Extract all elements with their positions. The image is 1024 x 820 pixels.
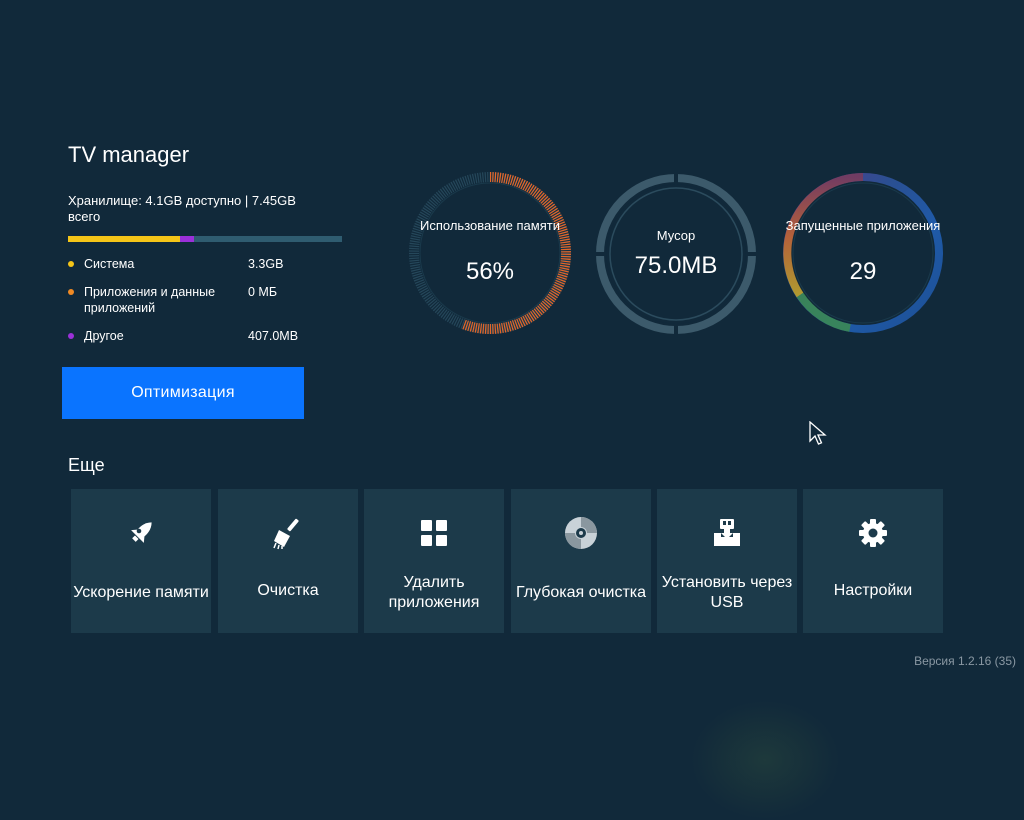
app-title: TV manager xyxy=(68,142,190,167)
tile-cleanup[interactable]: Очистка xyxy=(218,489,358,633)
rocket-icon xyxy=(121,513,161,553)
disc-icon xyxy=(561,513,601,553)
running-gauge-label: Запущенные приложения xyxy=(785,218,941,233)
gear-icon xyxy=(853,513,893,553)
tile-label: Установить через USB xyxy=(661,574,793,611)
junk-gauge-value: 75.0MB xyxy=(634,252,718,279)
storage-summary: Хранилище: 4.1GB доступно | 7.45GB всего xyxy=(68,193,296,224)
optimize-button[interactable]: Оптимизация xyxy=(62,367,304,419)
more-section-title: Еще xyxy=(68,455,105,475)
legend-dot xyxy=(68,289,74,295)
mouse-cursor-icon xyxy=(809,420,827,452)
tile-label: Ускорение памяти xyxy=(73,584,209,601)
tile-label: Очистка xyxy=(257,582,319,599)
tile-label: Глубокая очистка xyxy=(515,584,647,601)
grid-icon xyxy=(414,513,454,553)
usb-install-icon xyxy=(707,513,747,553)
storage-bar-system xyxy=(68,236,181,242)
tile-label: Удалить приложения xyxy=(388,574,480,611)
background-glow xyxy=(690,700,840,820)
memory-gauge-value: 56% xyxy=(465,258,515,285)
legend-value: 407.0MB xyxy=(248,329,299,343)
broom-icon xyxy=(268,513,308,553)
junk-gauge-label: Мусор xyxy=(656,228,696,243)
storage-bar xyxy=(68,236,342,242)
legend-dot xyxy=(68,333,74,339)
legend-value: 3.3GB xyxy=(248,257,284,271)
tile-usb-install[interactable]: Установить через USB xyxy=(657,489,797,633)
version-text: Версия 1.2.16 (35) xyxy=(914,654,1016,668)
legend-label: Другое xyxy=(84,329,124,343)
memory-gauge-ring xyxy=(409,172,571,334)
memory-gauge-label: Использование памяти xyxy=(420,218,560,233)
legend-label: Система xyxy=(84,257,135,271)
tile-uninstall-apps[interactable]: Удалить приложения xyxy=(364,489,504,633)
tile-memory-boost[interactable]: Ускорение памяти xyxy=(71,489,211,633)
running-gauge-ring xyxy=(783,173,943,333)
storage-bar-other xyxy=(180,236,195,242)
tile-settings[interactable]: Настройки xyxy=(803,489,943,633)
running-gauge-value: 29 xyxy=(849,258,877,285)
junk-gauge[interactable]: Мусор 75.0MB xyxy=(594,172,758,336)
legend-value: 0 МБ xyxy=(248,285,278,299)
legend-dot xyxy=(68,261,74,267)
tile-deep-clean[interactable]: Глубокая очистка xyxy=(511,489,651,633)
running-apps-gauge[interactable]: Запущенные приложения 29 xyxy=(780,170,946,336)
tile-label: Настройки xyxy=(833,582,913,599)
legend-label: Приложения и данные приложений xyxy=(84,285,216,315)
memory-usage-gauge[interactable]: Использование памяти 56% xyxy=(407,170,573,336)
